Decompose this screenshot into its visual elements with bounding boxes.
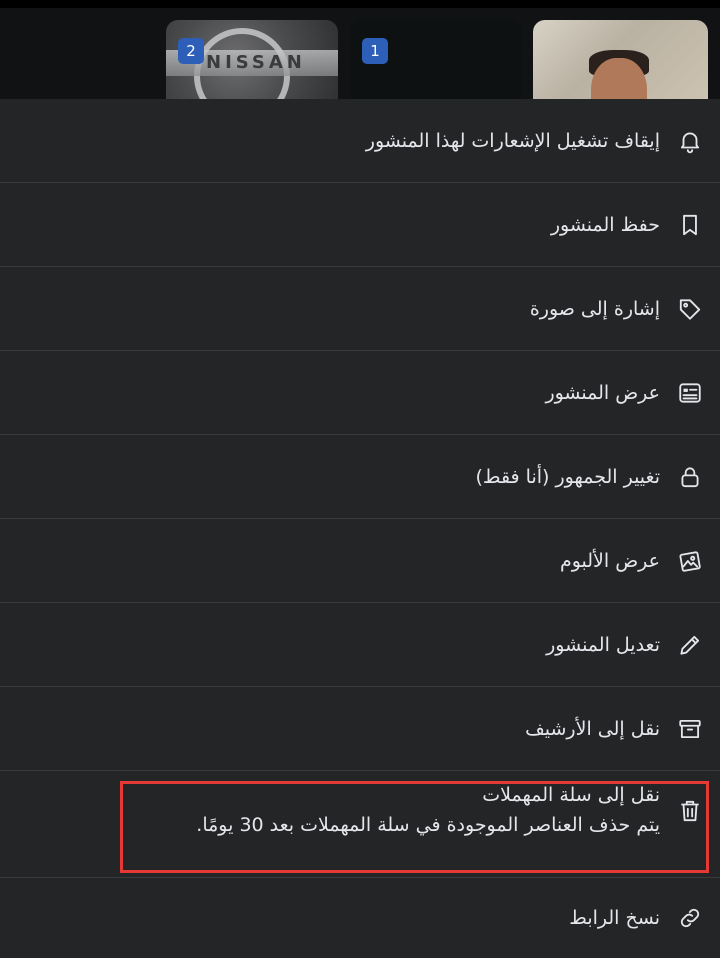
tag-icon (676, 295, 704, 323)
menu-item-edit-post[interactable]: تعديل المنشور (0, 603, 720, 687)
menu-item-view-album[interactable]: عرض الألبوم (0, 519, 720, 603)
menu-item-save-post[interactable]: حفظ المنشور (0, 183, 720, 267)
menu-item-label: حفظ المنشور (550, 214, 660, 236)
menu-item-move-to-trash[interactable]: نقل إلى سلة المهملات يتم حذف العناصر الم… (0, 771, 720, 878)
bell-icon (676, 127, 704, 155)
menu-item-sublabel: يتم حذف العناصر الموجودة في سلة المهملات… (196, 814, 660, 836)
album-icon (676, 547, 704, 575)
thumbnail-badge: 2 (178, 38, 204, 64)
trash-icon (676, 797, 704, 825)
menu-item-label: عرض الألبوم (559, 550, 660, 572)
link-icon (676, 904, 704, 932)
menu-item-label: إيقاف تشغيل الإشعارات لهذا المنشور (365, 130, 660, 152)
thumbnail-badge: 1 (362, 38, 388, 64)
menu-item-label: نقل إلى سلة المهملات (482, 784, 660, 806)
thumbnail-1[interactable]: NISSAN 2 (166, 20, 338, 100)
logo-text: NISSAN (206, 52, 306, 73)
post-options-sheet: إيقاف تشغيل الإشعارات لهذا المنشور حفظ ا… (0, 99, 720, 958)
menu-item-label: نقل إلى الأرشيف (525, 718, 660, 740)
lock-icon (676, 463, 704, 491)
menu-item-label: تعديل المنشور (546, 634, 660, 656)
top-edge (0, 0, 720, 8)
bookmark-icon (676, 211, 704, 239)
menu-item-archive[interactable]: نقل إلى الأرشيف (0, 687, 720, 771)
menu-item-view-post[interactable]: عرض المنشور (0, 351, 720, 435)
menu-item-label: عرض المنشور (545, 382, 660, 404)
pencil-icon (676, 631, 704, 659)
menu-item-tag-photo[interactable]: إشارة إلى صورة (0, 267, 720, 351)
menu-item-copy-link[interactable]: نسخ الرابط (0, 878, 720, 958)
menu-item-turn-off-notifications[interactable]: إيقاف تشغيل الإشعارات لهذا المنشور (0, 99, 720, 183)
thumbnail-3[interactable] (533, 20, 708, 100)
menu-item-change-audience[interactable]: تغيير الجمهور (أنا فقط) (0, 435, 720, 519)
menu-item-label: نسخ الرابط (569, 907, 660, 929)
menu-item-label: تغيير الجمهور (أنا فقط) (475, 466, 661, 488)
menu-item-label: إشارة إلى صورة (529, 298, 660, 320)
post-view-icon (676, 379, 704, 407)
photo-strip: NISSAN 2 1 (0, 0, 720, 100)
thumbnail-2[interactable]: 1 (350, 20, 522, 100)
archive-icon (676, 715, 704, 743)
